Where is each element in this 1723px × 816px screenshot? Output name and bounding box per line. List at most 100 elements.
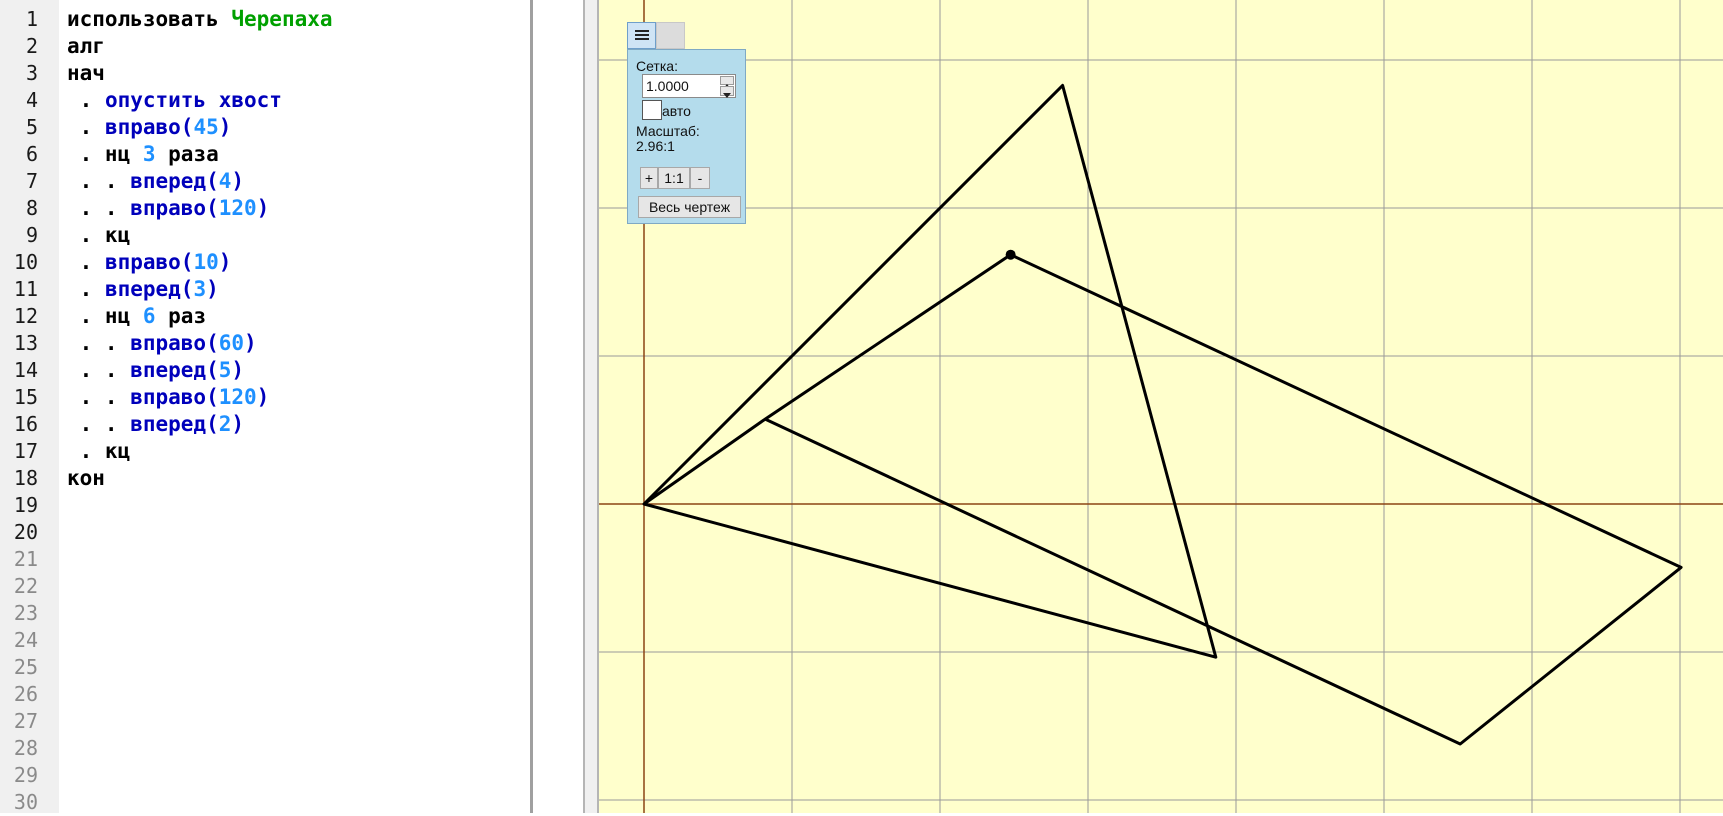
code-line[interactable]: . вправо(45) xyxy=(67,114,232,141)
grid-step-spinbox[interactable]: 1.0000 xyxy=(642,74,736,98)
line-number: 7 xyxy=(25,169,38,193)
code-token: 3 xyxy=(193,277,207,301)
code-token: алг xyxy=(67,34,105,58)
menu-icon xyxy=(634,26,649,45)
code-token: ( xyxy=(180,115,194,139)
code-token: ( xyxy=(206,412,219,436)
panel-menu-button[interactable] xyxy=(627,22,656,49)
code-token: вправо xyxy=(130,331,207,355)
panel-tab-button[interactable] xyxy=(656,22,685,49)
line-number: 17 xyxy=(13,439,38,463)
code-token: . кц xyxy=(67,223,131,247)
code-token: . xyxy=(67,115,105,139)
code-token: 4 xyxy=(218,169,232,193)
code-token: ) xyxy=(231,169,245,193)
code-token: . . xyxy=(67,196,131,220)
code-token: использовать xyxy=(67,7,232,31)
panel-splitter[interactable] xyxy=(583,0,599,813)
code-line[interactable]: . кц xyxy=(67,438,131,465)
code-token: ) xyxy=(231,358,245,382)
code-token: . . xyxy=(67,412,131,436)
grid-step-value[interactable]: 1.0000 xyxy=(646,78,689,94)
code-token: вперед xyxy=(104,277,181,301)
code-token: ) xyxy=(256,196,270,220)
code-token: ( xyxy=(180,250,194,274)
code-token: ) xyxy=(256,385,270,409)
code-token: . xyxy=(67,277,105,301)
line-number: 26 xyxy=(13,682,38,706)
code-line[interactable]: . вправо(10) xyxy=(67,249,232,276)
auto-grid-checkbox[interactable] xyxy=(642,100,662,120)
code-line[interactable]: кон xyxy=(67,465,105,492)
spin-down-button[interactable] xyxy=(720,86,734,98)
zoom-reset-button[interactable]: 1:1 xyxy=(658,167,690,189)
zoom-out-button[interactable]: - xyxy=(690,167,710,189)
line-number: 3 xyxy=(25,61,38,85)
fit-whole-drawing-button[interactable]: Весь чертеж xyxy=(638,196,741,218)
turtle-position-marker xyxy=(1005,249,1016,260)
code-line[interactable]: . нц 6 раз xyxy=(67,303,206,330)
line-number: 12 xyxy=(13,304,38,328)
line-number: 6 xyxy=(25,142,38,166)
code-token: вперед xyxy=(130,412,207,436)
spin-up-button[interactable] xyxy=(720,76,734,89)
line-number: 21 xyxy=(13,547,38,571)
line-number: 5 xyxy=(25,115,38,139)
code-token: 3 xyxy=(142,142,156,166)
line-number: 11 xyxy=(13,277,38,301)
code-token: ( xyxy=(180,277,194,301)
line-number: 8 xyxy=(25,196,38,220)
grid-label: Сетка: xyxy=(636,58,678,74)
code-token: 120 xyxy=(218,196,257,220)
code-token: вправо xyxy=(130,196,207,220)
code-token: вправо xyxy=(104,115,181,139)
code-token: . нц xyxy=(67,304,143,328)
line-number: 1 xyxy=(25,7,38,31)
code-token: . . xyxy=(67,331,131,355)
code-line[interactable]: использовать Черепаха xyxy=(67,6,333,33)
code-token: 45 xyxy=(193,115,219,139)
code-line[interactable]: . . вперед(2) xyxy=(67,411,244,438)
code-token: . xyxy=(67,250,105,274)
line-number: 22 xyxy=(13,574,38,598)
code-token: нач xyxy=(67,61,105,85)
line-number: 23 xyxy=(13,601,38,625)
line-number: 25 xyxy=(13,655,38,679)
code-token: 60 xyxy=(218,331,245,355)
code-line[interactable]: . . вперед(5) xyxy=(67,357,244,384)
code-token: опустить хвост xyxy=(104,88,282,112)
code-line[interactable]: нач xyxy=(67,60,105,87)
code-token: ( xyxy=(206,358,219,382)
code-token: 2 xyxy=(218,412,232,436)
code-line[interactable]: . . вправо(60) xyxy=(67,330,257,357)
turtle-drawing-canvas[interactable] xyxy=(599,0,1723,813)
code-line[interactable]: . опустить хвост xyxy=(67,87,282,114)
code-token: раза xyxy=(155,142,219,166)
zoom-in-button[interactable]: + xyxy=(640,167,658,189)
code-token: 6 xyxy=(142,304,156,328)
code-token: кон xyxy=(67,466,105,490)
code-line[interactable]: . вперед(3) xyxy=(67,276,219,303)
code-token: ( xyxy=(206,331,219,355)
code-line[interactable]: . . вправо(120) xyxy=(67,384,270,411)
line-number: 15 xyxy=(13,385,38,409)
line-number-gutter: 1 2 3 4 5 6 7 8 9 10 11 12 13 14 15 16 17 18 19 20 21 22 23 24 2… xyxy=(0,0,59,814)
line-number: 14 xyxy=(13,358,38,382)
line-number: 20 xyxy=(13,520,38,544)
code-token: ) xyxy=(244,331,257,355)
auto-grid-label: авто xyxy=(662,103,691,119)
code-line[interactable]: . . вперед(4) xyxy=(67,168,244,195)
code-line[interactable]: . кц xyxy=(67,222,131,249)
code-token: ) xyxy=(218,115,232,139)
code-token: ( xyxy=(206,196,219,220)
code-line[interactable]: . . вправо(120) xyxy=(67,195,270,222)
code-line[interactable]: алг xyxy=(67,33,105,60)
code-token: . кц xyxy=(67,439,131,463)
scale-label: Масштаб: xyxy=(636,123,700,139)
code-line[interactable]: . нц 3 раза xyxy=(67,141,219,168)
code-token: ) xyxy=(206,277,219,301)
code-token: . нц xyxy=(67,142,143,166)
code-token: раз xyxy=(155,304,207,328)
line-number: 27 xyxy=(13,709,38,733)
code-token: 5 xyxy=(218,358,232,382)
